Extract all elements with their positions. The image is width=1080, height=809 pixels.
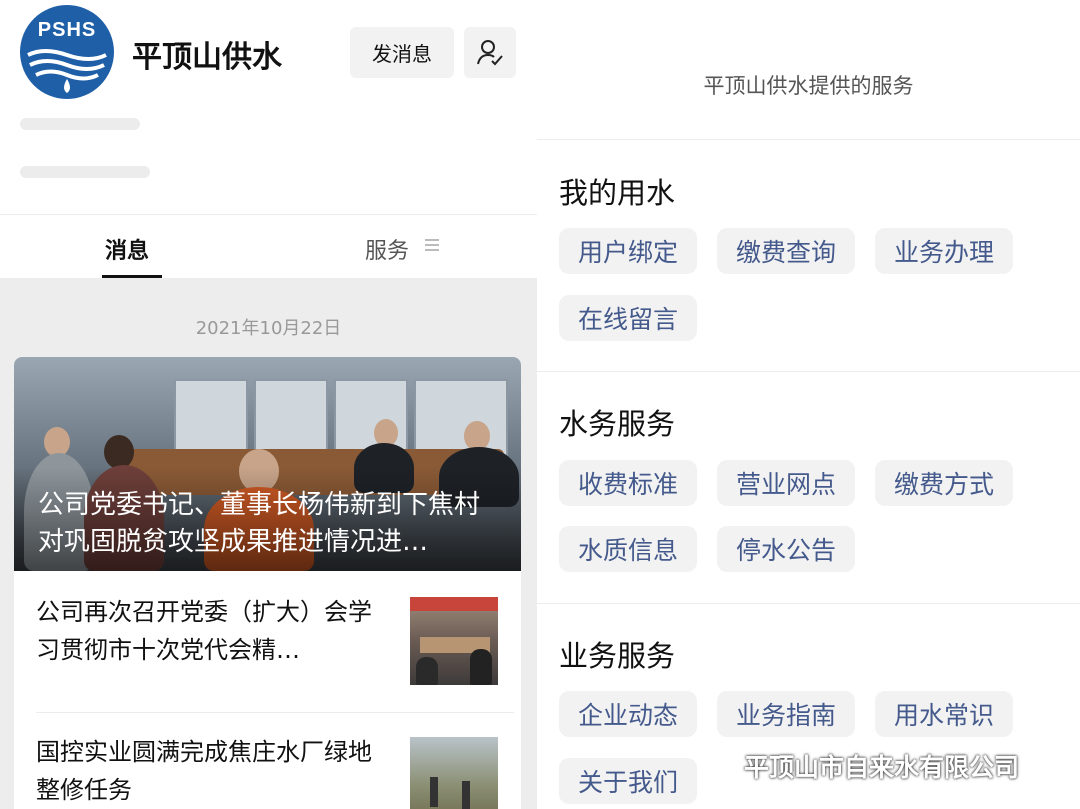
services-panel: 平顶山供水提供的服务 我的用水 用户绑定 缴费查询 业务办理 在线留言 水务服务… (537, 0, 1080, 809)
item-divider (36, 712, 514, 713)
section-title-business-services: 业务服务 (559, 639, 676, 673)
blurred-info-line (20, 118, 140, 130)
watermark: 平顶山市自来水有限公司 (700, 748, 1019, 784)
service-online-message[interactable]: 在线留言 (559, 295, 697, 341)
blurred-info-line (20, 166, 150, 178)
feed-date: 2021年10月22日 (195, 318, 342, 339)
services-header: 平顶山供水提供的服务 (703, 74, 914, 98)
section-title-water-services: 水务服务 (559, 407, 676, 441)
water-wave-icon (27, 49, 107, 93)
service-water-tips[interactable]: 用水常识 (875, 691, 1013, 737)
menu-icon (425, 239, 439, 251)
service-payment-methods[interactable]: 缴费方式 (875, 460, 1013, 506)
service-payment-query[interactable]: 缴费查询 (717, 228, 855, 274)
service-business-guide[interactable]: 业务指南 (717, 691, 855, 737)
wechat-icon (700, 752, 736, 779)
hero-article[interactable]: 公司党委书记、董事长杨伟新到下焦村对巩固脱贫攻坚成果推进情况进… (14, 357, 521, 571)
follow-user-button[interactable] (464, 27, 516, 78)
article-title[interactable]: 国控实业圆满完成焦庄水厂绿地整修任务 (36, 733, 388, 809)
service-about-us[interactable]: 关于我们 (559, 758, 697, 804)
user-check-icon (477, 39, 503, 65)
hero-article-title[interactable]: 公司党委书记、董事长杨伟新到下焦村对巩固脱贫攻坚成果推进情况进… (38, 487, 498, 561)
article-card: 公司党委书记、董事长杨伟新到下焦村对巩固脱贫攻坚成果推进情况进… 公司再次召开党… (14, 357, 521, 809)
article-list-item[interactable]: 国控实业圆满完成焦庄水厂绿地整修任务 (36, 727, 514, 809)
article-thumbnail[interactable] (410, 737, 498, 809)
hero-photo-person (104, 435, 134, 469)
section-divider (537, 371, 1080, 372)
tab-services[interactable]: 服务 (365, 233, 409, 265)
service-fee-standard[interactable]: 收费标准 (559, 460, 697, 506)
service-outage-notice[interactable]: 停水公告 (717, 526, 855, 572)
message-feed: 2021年10月22日 公司党委书记、董事长杨伟新到下焦村对巩固脱贫攻坚成果推进… (0, 278, 537, 809)
section-divider (537, 139, 1080, 140)
service-water-quality[interactable]: 水质信息 (559, 526, 697, 572)
section-divider (537, 603, 1080, 604)
article-thumbnail[interactable] (410, 597, 498, 685)
send-message-button[interactable]: 发消息 (350, 27, 454, 78)
section-title-my-water: 我的用水 (559, 176, 676, 210)
watermark-text: 平顶山市自来水有限公司 (744, 753, 1020, 782)
account-logo[interactable]: PSHS (20, 5, 114, 99)
service-user-binding[interactable]: 用户绑定 (559, 228, 697, 274)
account-panel: PSHS 平顶山供水 发消息 消息 服务 2021年10月22日 公司党委书记、… (0, 0, 537, 809)
account-name: 平顶山供水 (132, 40, 282, 75)
service-company-news[interactable]: 企业动态 (559, 691, 697, 737)
account-tabs: 消息 服务 (0, 214, 537, 279)
tab-messages[interactable]: 消息 (105, 233, 149, 265)
article-list-item[interactable]: 公司再次召开党委（扩大）会学习贯彻市十次党代会精… (36, 587, 514, 697)
service-business-outlets[interactable]: 营业网点 (717, 460, 855, 506)
service-business-handling[interactable]: 业务办理 (875, 228, 1013, 274)
article-title[interactable]: 公司再次召开党委（扩大）会学习贯彻市十次党代会精… (36, 593, 388, 669)
